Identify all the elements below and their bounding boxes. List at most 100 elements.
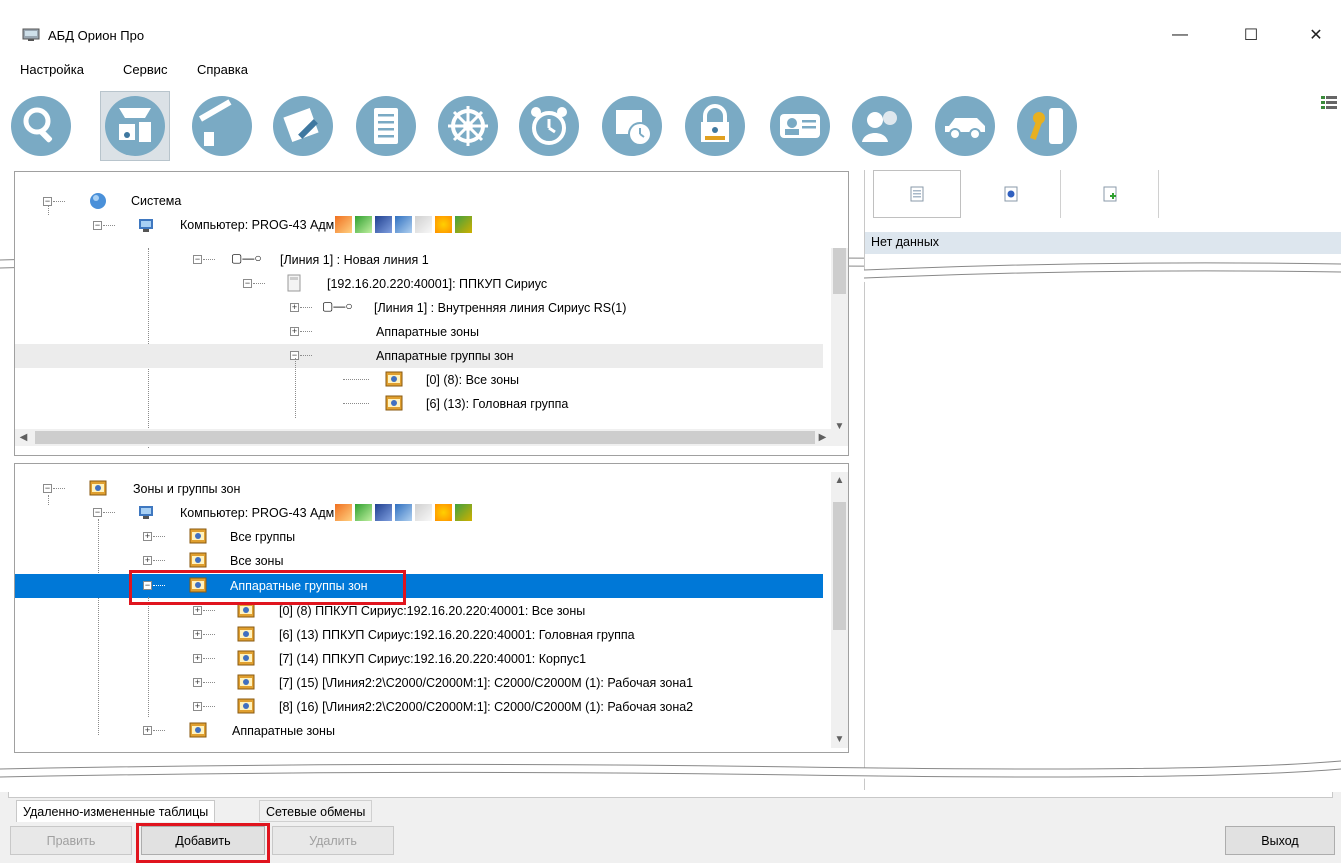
no-data-header: Нет данных xyxy=(865,232,1341,254)
tree-node-hw-groups[interactable]: − Аппаратные группы зон xyxy=(15,344,823,368)
app-icon xyxy=(22,28,40,41)
section-divider xyxy=(863,262,1341,282)
tree-node-item-1[interactable]: + [6] (13) ППКУП Сириус:192.16.20.220:40… xyxy=(15,623,830,647)
wheel-icon[interactable] xyxy=(433,91,503,161)
tree-label: [0] (8): Все зоны xyxy=(426,373,520,387)
tree-node-hw-zones[interactable]: + Аппаратные зоны xyxy=(15,719,830,743)
vertical-scrollbar[interactable]: ▲ ▼ xyxy=(831,472,848,748)
horizontal-scrollbar[interactable]: ◀ ▶ xyxy=(15,429,831,446)
zones-tree[interactable]: − Зоны и группы зон − Компьютер: PROG-43… xyxy=(14,463,849,753)
search-icon[interactable] xyxy=(6,91,76,161)
comment-doc-icon xyxy=(1004,186,1017,202)
tab-comment[interactable] xyxy=(961,170,1061,218)
zone-group-icon xyxy=(237,698,255,714)
tree-label: [7] (15) [\Линия2:2\C2000/C2000M:1]: C20… xyxy=(279,676,694,690)
scroll-thumb[interactable] xyxy=(35,431,815,444)
tree-label: Аппаратные зоны xyxy=(376,325,479,339)
scroll-right-arrow[interactable]: ▶ xyxy=(814,429,831,446)
menu-service[interactable]: Сервис xyxy=(123,62,168,77)
scroll-thumb[interactable] xyxy=(833,502,846,630)
tree-label: [7] (14) ППКУП Сириус:192.16.20.220:4000… xyxy=(279,652,587,666)
zone-group-icon xyxy=(237,626,255,642)
tree-label: Все зоны xyxy=(230,554,284,568)
tree-label: [6] (13) ППКУП Сириус:192.16.20.220:4000… xyxy=(279,628,635,642)
scroll-down-arrow[interactable]: ▼ xyxy=(831,731,848,748)
line-connector-icon: ▢—○ xyxy=(231,251,262,265)
tree-label: [Линия 1] : Внутренняя линия Сириус RS(1… xyxy=(374,301,627,315)
tree-node-internal-line[interactable]: + ▢—○ [Линия 1] : Внутренняя линия Сириу… xyxy=(15,296,830,320)
tree-node-system[interactable]: − Система xyxy=(15,189,830,213)
tab-network-exchange[interactable]: Сетевые обмены xyxy=(259,800,373,822)
zone-group-icon xyxy=(237,650,255,666)
zone-group-icon xyxy=(189,722,207,738)
tree-node-item-2[interactable]: + [7] (14) ППКУП Сириус:192.16.20.220:40… xyxy=(15,647,830,671)
scroll-thumb[interactable] xyxy=(833,248,846,294)
title-bar: АБД Орион Про — ☐ ✕ xyxy=(0,0,1341,58)
scroll-left-arrow[interactable]: ◀ xyxy=(15,429,32,446)
zone-group-icon xyxy=(89,480,107,496)
tab-add-doc[interactable] xyxy=(1061,170,1159,218)
system-tree-lower[interactable]: − ▢—○ [Линия 1] : Новая линия 1 − [192.1… xyxy=(14,248,849,456)
add-doc-icon xyxy=(1103,186,1116,202)
tree-label: [0] (8) ППКУП Сириус:192.16.20.220:40001… xyxy=(279,604,586,618)
document-icon xyxy=(910,186,924,202)
tree-node-item-4[interactable]: + [8] (16) [\Линия2:2\C2000/C2000M:1]: C… xyxy=(15,695,830,719)
computer-icon xyxy=(139,506,153,519)
menu-help[interactable]: Справка xyxy=(197,62,248,77)
tree-label: [6] (13): Головная группа xyxy=(426,397,569,411)
car-icon[interactable] xyxy=(930,91,1000,161)
lock-icon[interactable] xyxy=(680,91,750,161)
tree-node-item-3[interactable]: + [7] (15) [\Линия2:2\C2000/C2000M:1]: C… xyxy=(15,671,830,695)
maximize-button[interactable]: ☐ xyxy=(1228,20,1274,50)
people-icon[interactable] xyxy=(847,91,917,161)
highlight-selected-node xyxy=(129,570,406,605)
computer-icon xyxy=(139,219,153,232)
tree-label: [Линия 1] : Новая линия 1 xyxy=(280,253,429,267)
close-button[interactable]: ✕ xyxy=(1293,20,1339,50)
highlight-add-button xyxy=(136,823,270,863)
exit-button[interactable]: Выход xyxy=(1225,826,1335,855)
tree-label: Система xyxy=(131,194,182,208)
zone-group-icon xyxy=(189,528,207,544)
tree-node-all-groups[interactable]: + Все группы xyxy=(15,519,830,735)
menu-settings[interactable]: Настройка xyxy=(20,62,84,77)
scroll-up-arrow[interactable]: ▲ xyxy=(831,472,848,489)
tab-remote-tables[interactable]: Удаленно-измененные таблицы xyxy=(16,800,216,822)
key-icon[interactable] xyxy=(1012,91,1082,161)
tree-node-computer[interactable]: − Компьютер: PROG-43 Админ xyxy=(15,205,830,237)
alarm-clock-icon[interactable] xyxy=(514,91,584,161)
tree-node-hw-zones[interactable]: + Аппаратные зоны xyxy=(15,320,830,344)
status-icons xyxy=(335,504,472,521)
tree-node-device[interactable]: − [192.16.20.220:40001]: ППКУП Сириус xyxy=(15,272,830,296)
edit-button[interactable]: Править xyxy=(10,826,132,855)
device-icon[interactable] xyxy=(100,91,170,161)
tab-document[interactable] xyxy=(873,170,961,218)
zone-group-icon xyxy=(237,674,255,690)
zone-group-icon xyxy=(385,395,403,411)
tree-node-zones-root[interactable]: − Зоны и группы зон xyxy=(15,477,830,501)
map-edit-icon[interactable] xyxy=(268,91,338,161)
tree-node-computer[interactable]: − Компьютер: PROG-43 Админ xyxy=(15,495,830,525)
tree-node-group6[interactable]: [6] (13): Головная группа xyxy=(15,392,830,416)
tree-label: Компьютер: PROG-43 Админ xyxy=(180,506,349,520)
vertical-scrollbar[interactable]: ▲ ▼ xyxy=(831,248,848,435)
tree-label: Зоны и группы зон xyxy=(133,482,241,496)
grid-view-icon[interactable] xyxy=(1321,96,1337,110)
document-icon[interactable] xyxy=(351,91,421,161)
tree-label: Аппаратные группы зон xyxy=(376,349,514,363)
globe-icon xyxy=(90,193,106,209)
zone-group-icon xyxy=(385,371,403,387)
tree-node-line1[interactable]: − ▢—○ [Линия 1] : Новая линия 1 xyxy=(15,248,830,448)
section-divider xyxy=(0,760,1341,781)
tree-node-group0[interactable]: [0] (8): Все зоны xyxy=(15,358,830,418)
delete-button[interactable]: Удалить xyxy=(272,826,394,855)
device-box-icon xyxy=(287,274,301,292)
barrier-icon[interactable] xyxy=(187,91,257,161)
tree-label: Все группы xyxy=(230,530,296,544)
status-icons xyxy=(335,216,472,233)
menu-bar: Настройка Сервис Справка xyxy=(0,58,1341,82)
toolbar xyxy=(0,88,1341,166)
user-card-icon[interactable] xyxy=(765,91,835,161)
minimize-button[interactable]: — xyxy=(1157,20,1203,50)
schedule-icon[interactable] xyxy=(597,91,667,161)
